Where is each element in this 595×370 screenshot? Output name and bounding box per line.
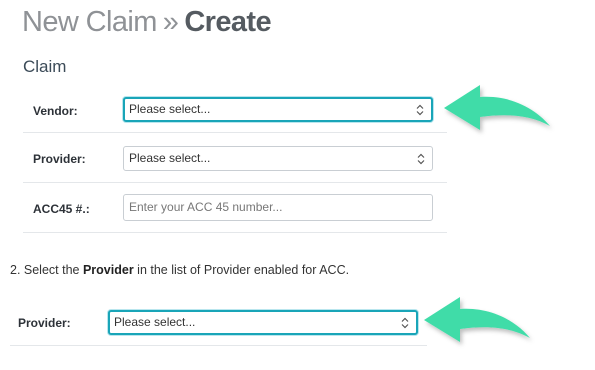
callout-provider-select-value: Please select... bbox=[114, 315, 196, 329]
provider-select-value: Please select... bbox=[129, 151, 211, 165]
acc45-placeholder: Enter your ACC 45 number... bbox=[129, 200, 283, 214]
callout-provider-select[interactable]: Please select... bbox=[108, 310, 418, 335]
vendor-select[interactable]: Please select... bbox=[123, 97, 433, 122]
acc45-label: ACC45 #.: bbox=[33, 202, 90, 216]
breadcrumb-current: Create bbox=[184, 6, 271, 38]
provider-label: Provider: bbox=[33, 152, 86, 166]
up-down-chevron-icon bbox=[416, 104, 424, 115]
instruction-suffix: in the list of Provider enabled for ACC. bbox=[133, 263, 350, 277]
provider-select[interactable]: Please select... bbox=[123, 146, 433, 171]
vendor-select-value: Please select... bbox=[129, 102, 211, 116]
instruction-text: 2. Select the Provider in the list of Pr… bbox=[10, 263, 349, 277]
provider-row: Provider: Please select... bbox=[23, 133, 447, 183]
breadcrumb-new-claim[interactable]: New Claim bbox=[22, 6, 157, 38]
instruction-prefix: 2. Select the bbox=[10, 263, 83, 277]
callout-provider-row: Provider: Please select... bbox=[10, 300, 427, 346]
section-title: Claim bbox=[23, 57, 67, 76]
curved-arrow-icon bbox=[444, 85, 550, 130]
curved-arrow-icon bbox=[424, 297, 530, 342]
breadcrumb-separator: » bbox=[162, 6, 179, 38]
acc45-input[interactable]: Enter your ACC 45 number... bbox=[123, 194, 433, 221]
vendor-label: Vendor: bbox=[33, 104, 78, 118]
row-divider bbox=[23, 232, 447, 233]
vendor-row: Vendor: Please select... bbox=[23, 88, 447, 133]
page-title: New Claim» Create bbox=[22, 6, 272, 39]
callout-provider-label: Provider: bbox=[18, 316, 71, 330]
row-divider bbox=[10, 345, 427, 346]
up-down-chevron-icon bbox=[401, 317, 409, 328]
acc45-row: ACC45 #.: Enter your ACC 45 number... bbox=[23, 183, 447, 233]
up-down-chevron-icon bbox=[417, 153, 425, 164]
instruction-emphasis: Provider bbox=[82, 263, 134, 277]
